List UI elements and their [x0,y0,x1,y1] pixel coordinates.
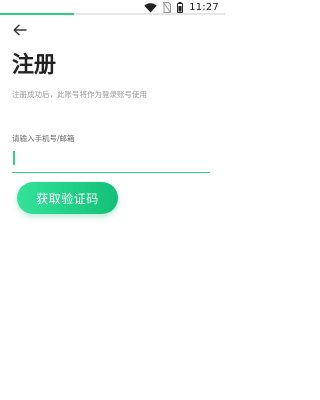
account-field-label: 请输入手机号/邮箱 [12,134,75,143]
account-input-wrapper [12,146,210,173]
status-bar: 11:27 [0,0,225,16]
back-button[interactable] [10,20,30,40]
battery-icon [177,0,184,17]
status-icons: 11:27 [144,1,219,13]
arrow-left-icon [13,21,27,40]
page-title: 注册 [12,53,57,78]
wifi-icon [144,0,157,17]
progress-fill [0,13,75,15]
page-subtitle: 注册成功后，此账号将作为登录账号使用 [12,90,147,99]
status-time: 11:27 [189,1,219,13]
progress-track [0,13,225,15]
get-code-button[interactable]: 获取验证码 [17,182,118,214]
text-caret [13,151,15,165]
no-sim-icon [162,0,172,17]
account-input[interactable] [12,146,210,172]
